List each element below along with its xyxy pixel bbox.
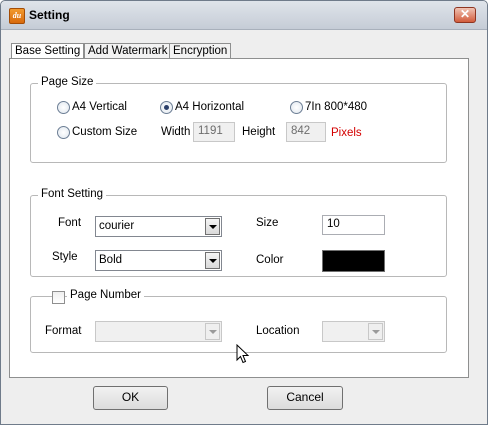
- close-button[interactable]: ✕: [454, 7, 476, 23]
- format-label: Format: [45, 325, 82, 337]
- ok-button[interactable]: OK: [93, 386, 168, 410]
- window-title: Setting: [29, 8, 70, 22]
- base-setting-panel: Page Size A4 Vertical A4 Horizontal 7In …: [9, 58, 469, 378]
- font-select[interactable]: courier: [95, 216, 222, 237]
- custom-size-radio[interactable]: [57, 126, 70, 139]
- style-select[interactable]: Bold: [95, 250, 222, 271]
- style-select-value: Bold: [99, 254, 123, 266]
- format-select[interactable]: [95, 321, 222, 342]
- a4-vertical-label[interactable]: A4 Vertical: [72, 101, 127, 113]
- custom-size-label[interactable]: Custom Size: [72, 126, 137, 138]
- tab-encryption[interactable]: Encryption: [169, 43, 232, 59]
- chevron-down-icon[interactable]: [205, 252, 220, 269]
- a4-horizontal-label[interactable]: A4 Horizontal: [175, 101, 244, 113]
- title-bar[interactable]: du Setting ✕: [1, 1, 487, 30]
- setting-dialog: du Setting ✕ Base Setting Add Watermark …: [0, 0, 488, 425]
- width-input[interactable]: 1191: [193, 122, 235, 142]
- color-label: Color: [256, 254, 284, 266]
- location-select[interactable]: [322, 321, 385, 342]
- page-number-checkbox[interactable]: [52, 291, 65, 304]
- chevron-down-icon[interactable]: [205, 323, 220, 340]
- cancel-button[interactable]: Cancel: [267, 386, 343, 410]
- page-size-group-title: Page Size: [38, 76, 97, 88]
- app-logo-icon: du: [9, 8, 25, 24]
- font-label: Font: [58, 217, 82, 229]
- style-label: Style: [52, 251, 78, 263]
- mouse-pointer-icon: [236, 344, 250, 364]
- a4-vertical-radio[interactable]: [57, 101, 70, 114]
- a4-horizontal-radio[interactable]: [160, 101, 173, 114]
- size-input[interactable]: 10: [322, 215, 385, 235]
- font-setting-group-title: Font Setting: [38, 188, 107, 200]
- chevron-down-icon[interactable]: [368, 323, 383, 340]
- location-label: Location: [256, 325, 300, 337]
- font-color-swatch[interactable]: [322, 250, 385, 272]
- page-number-label[interactable]: Page Number: [67, 289, 144, 301]
- tab-add-watermark[interactable]: Add Watermark: [84, 43, 172, 59]
- height-input[interactable]: 842: [286, 122, 326, 142]
- size-label: Size: [256, 217, 279, 229]
- page-size-group: Page Size A4 Vertical A4 Horizontal 7In …: [30, 76, 447, 163]
- 7in-800x480-radio[interactable]: [290, 101, 303, 114]
- chevron-down-icon[interactable]: [205, 218, 220, 235]
- pixels-unit-label: Pixels: [331, 127, 362, 139]
- height-label: Height: [242, 126, 276, 138]
- 7in-800x480-label[interactable]: 7In 800*480: [305, 101, 367, 113]
- font-select-value: courier: [99, 220, 135, 232]
- font-setting-group: Font Setting Font courier Size 10 Style …: [30, 188, 447, 277]
- width-label: Width: [161, 126, 191, 138]
